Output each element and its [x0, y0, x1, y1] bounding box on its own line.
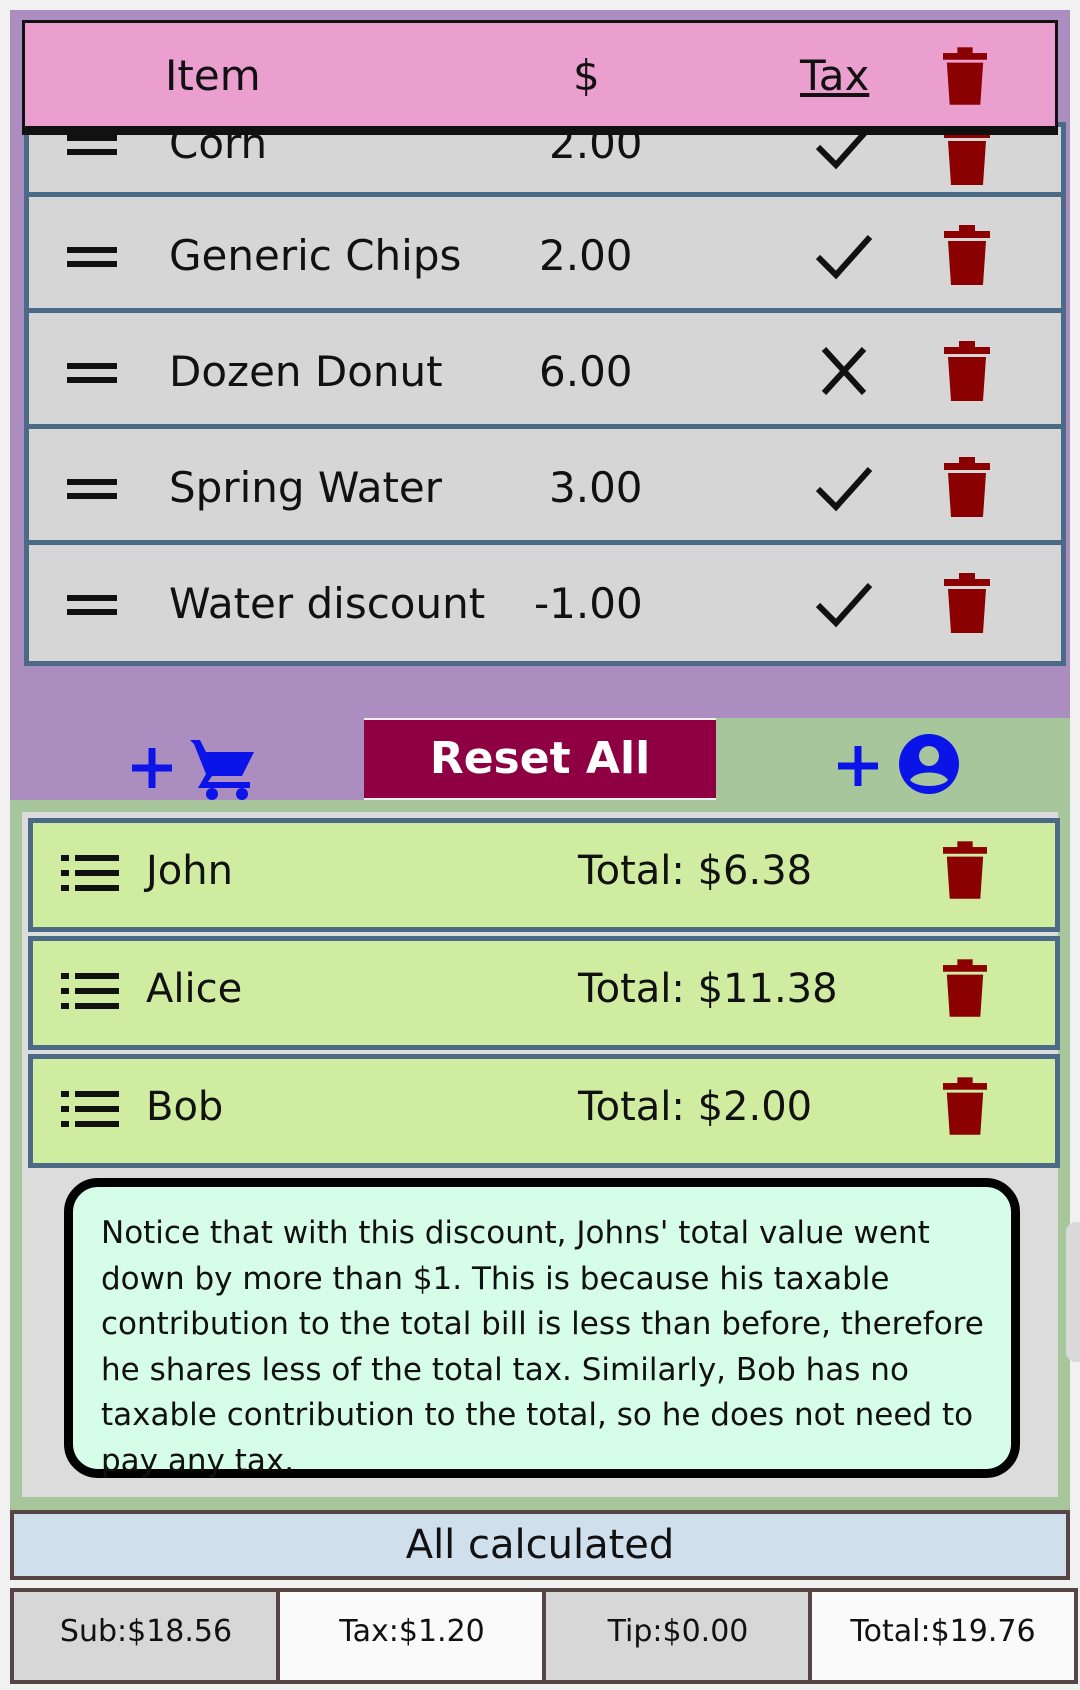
header-tax-toggle[interactable]: Tax	[800, 51, 869, 100]
person-row[interactable]: Alice Total: $11.38	[28, 936, 1060, 1050]
person-total: Total: $2.00	[578, 1084, 813, 1130]
check-icon[interactable]	[814, 227, 874, 283]
delete-all-items-trash-icon[interactable]	[943, 47, 987, 105]
item-row[interactable]: Dozen Donut 6.00	[24, 308, 1066, 434]
list-icon[interactable]	[61, 971, 119, 1011]
trash-icon[interactable]	[944, 457, 990, 517]
item-name: Dozen Donut	[169, 347, 443, 396]
drag-handle-icon[interactable]	[67, 247, 117, 269]
person-row[interactable]: Bob Total: $2.00	[28, 1054, 1060, 1168]
person-name: Bob	[146, 1084, 224, 1130]
item-price: 2.00	[539, 231, 633, 280]
check-icon[interactable]	[814, 459, 874, 515]
edge-panel-handle[interactable]	[1066, 1222, 1080, 1362]
item-price: 6.00	[539, 347, 633, 396]
item-row[interactable]: Water discount -1.00	[24, 540, 1066, 666]
trash-icon[interactable]	[944, 225, 990, 285]
drag-handle-icon[interactable]	[67, 363, 117, 385]
header-item-label: Item	[165, 51, 261, 100]
person-total: Total: $11.38	[578, 966, 838, 1012]
trash-icon[interactable]	[943, 959, 987, 1017]
item-name: Spring Water	[169, 463, 443, 512]
item-row[interactable]: Generic Chips 2.00	[24, 192, 1066, 318]
add-person-icon[interactable]	[834, 732, 964, 796]
total-cell[interactable]: Total:$19.76	[808, 1588, 1078, 1684]
tip-cell[interactable]: Tip:$0.00	[542, 1588, 814, 1684]
item-row[interactable]: Spring Water 3.00	[24, 424, 1066, 550]
person-total: Total: $6.38	[578, 848, 813, 894]
person-name: John	[146, 848, 233, 894]
drag-handle-icon[interactable]	[67, 479, 117, 501]
item-price: -1.00	[534, 579, 643, 628]
tax-cell[interactable]: Tax:$1.20	[276, 1588, 548, 1684]
subtotal-cell[interactable]: Sub:$18.56	[10, 1588, 282, 1684]
status-bar: All calculated	[10, 1510, 1070, 1580]
add-item-cart-icon[interactable]	[128, 736, 258, 800]
item-name: Water discount	[169, 579, 486, 628]
item-price: 3.00	[549, 463, 643, 512]
list-icon[interactable]	[61, 1089, 119, 1129]
trash-icon[interactable]	[943, 1077, 987, 1135]
add-person-area	[716, 718, 1070, 800]
person-name: Alice	[146, 966, 243, 1012]
drag-handle-icon[interactable]	[67, 135, 117, 157]
check-icon[interactable]	[814, 575, 874, 631]
items-header: Item $ Tax	[22, 20, 1058, 135]
reset-all-button[interactable]: Reset All	[364, 720, 716, 798]
person-row[interactable]: John Total: $6.38	[28, 818, 1060, 932]
add-item-area	[10, 718, 364, 800]
header-price-label: $	[573, 51, 600, 100]
cross-icon[interactable]	[814, 343, 874, 399]
item-name: Generic Chips	[169, 231, 462, 280]
trash-icon[interactable]	[944, 341, 990, 401]
trash-icon[interactable]	[944, 573, 990, 633]
trash-icon[interactable]	[943, 841, 987, 899]
info-note: Notice that with this discount, Johns' t…	[64, 1178, 1020, 1479]
list-icon[interactable]	[61, 853, 119, 893]
drag-handle-icon[interactable]	[67, 595, 117, 617]
